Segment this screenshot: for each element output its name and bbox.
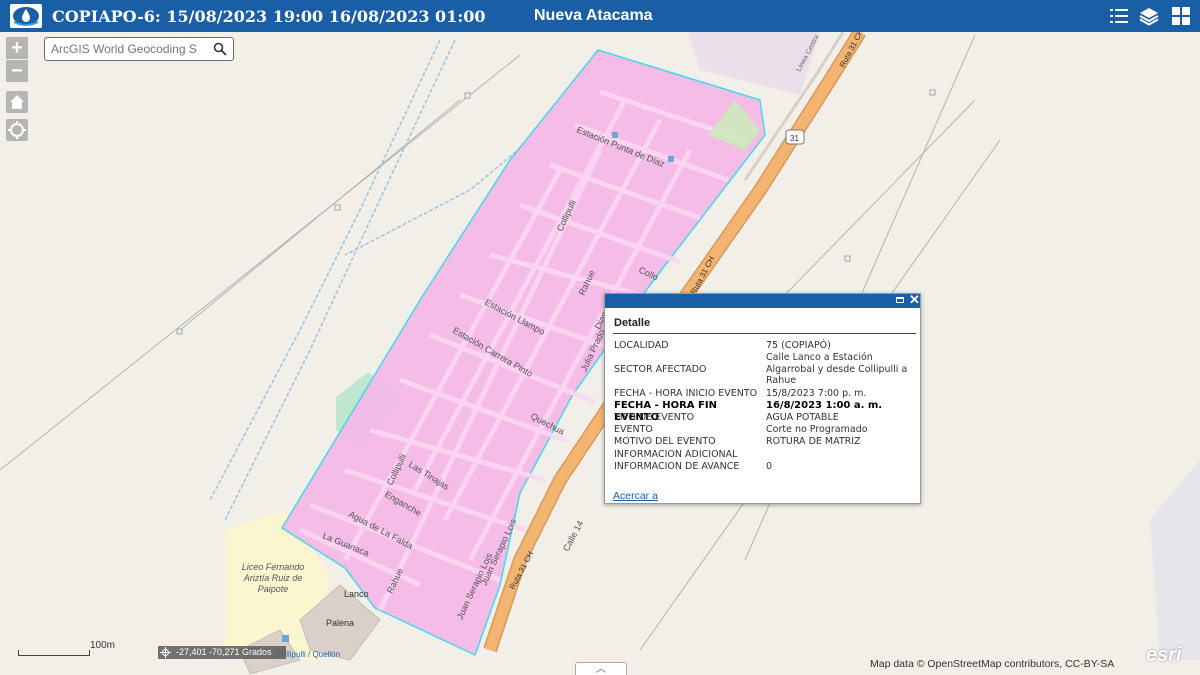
locate-icon [8, 121, 26, 139]
label-route-shield: 31 [790, 134, 799, 143]
locate-button[interactable] [6, 119, 28, 141]
search-input[interactable] [51, 40, 201, 58]
attr-value: 16/8/2023 1:00 a. m. [766, 400, 883, 411]
label-liceo: Liceo Fernando Ariztía Ruiz de Paipote [241, 562, 305, 594]
scale-label: 100m [90, 640, 116, 651]
home-button[interactable] [6, 91, 28, 113]
legend-list-icon[interactable] [1108, 5, 1130, 27]
event-title: COPIAPO-6: 15/08/2023 19:00 16/08/2023 0… [52, 7, 486, 26]
attr-value: Corte no Programado [766, 424, 868, 435]
close-icon[interactable]: ✕ [909, 293, 920, 307]
attr-label: EVENTO [614, 424, 653, 435]
zoom-out-button[interactable]: − [6, 60, 28, 82]
esri-logo: esri [1146, 644, 1182, 666]
popup-divider [613, 333, 916, 334]
coordinate-readout: -27,401 -70,271 Grados [158, 646, 286, 659]
scale-bar [18, 650, 90, 656]
attr-value: AGUA POTABLE [766, 412, 839, 423]
popup-title: Detalle [614, 317, 651, 329]
attr-label: LOCALIDAD [614, 340, 669, 351]
home-icon [10, 95, 24, 109]
label-lanco: Lanco [344, 589, 369, 599]
attr-label: TIPO DE EVENTO [614, 412, 695, 423]
search-icon[interactable] [213, 42, 227, 56]
popup-titlebar: ✕ [605, 293, 920, 308]
company-name: Nueva Atacama [534, 7, 653, 24]
crosshair-icon[interactable] [160, 647, 171, 658]
attr-label: INFORMACION ADICIONAL [614, 449, 738, 460]
basemap-gallery-icon[interactable] [1170, 5, 1192, 27]
logo-icon [10, 4, 42, 28]
app-header: COPIAPO-6: 15/08/2023 19:00 16/08/2023 0… [0, 0, 1200, 32]
zoom-in-button[interactable]: + [6, 37, 28, 59]
zoom-to-link[interactable]: Acercar a [613, 490, 658, 502]
label-palena: Palena [326, 618, 354, 628]
attr-label: FECHA - HORA INICIO EVENTO [614, 388, 758, 399]
attr-value: 0 [766, 461, 773, 472]
attr-label: MOTIVO DEL EVENTO [614, 436, 716, 447]
maximize-icon[interactable] [896, 297, 904, 303]
expand-panel-tab[interactable]: ︿ [575, 662, 627, 675]
attr-label: SECTOR AFECTADO [614, 364, 707, 375]
chevron-up-icon: ︿ [596, 664, 606, 675]
feature-popup: ✕ Detalle LOCALIDAD 75 (COPIAPÓ) SECTOR … [604, 293, 921, 504]
geocoder-search[interactable] [44, 37, 234, 61]
layers-icon[interactable] [1138, 5, 1160, 27]
attr-label: INFORMACION DE AVANCE [614, 461, 740, 472]
attr-value: 15/8/2023 7:00 p. m. [766, 388, 867, 399]
map-view[interactable]: Ruta 31 CH 31 Línea Centra Ruta 31 CH Ru… [0, 32, 1200, 674]
map-attribution: Map data © OpenStreetMap contributors, C… [870, 658, 1115, 670]
coordinate-text: -27,401 -70,271 Grados [176, 647, 272, 657]
attr-value: 75 (COPIAPÓ) [766, 340, 831, 351]
attr-value: Calle Lanco a Estación Algarrobal y desd… [766, 352, 908, 387]
attr-value: ROTURA DE MATRIZ [766, 436, 861, 447]
